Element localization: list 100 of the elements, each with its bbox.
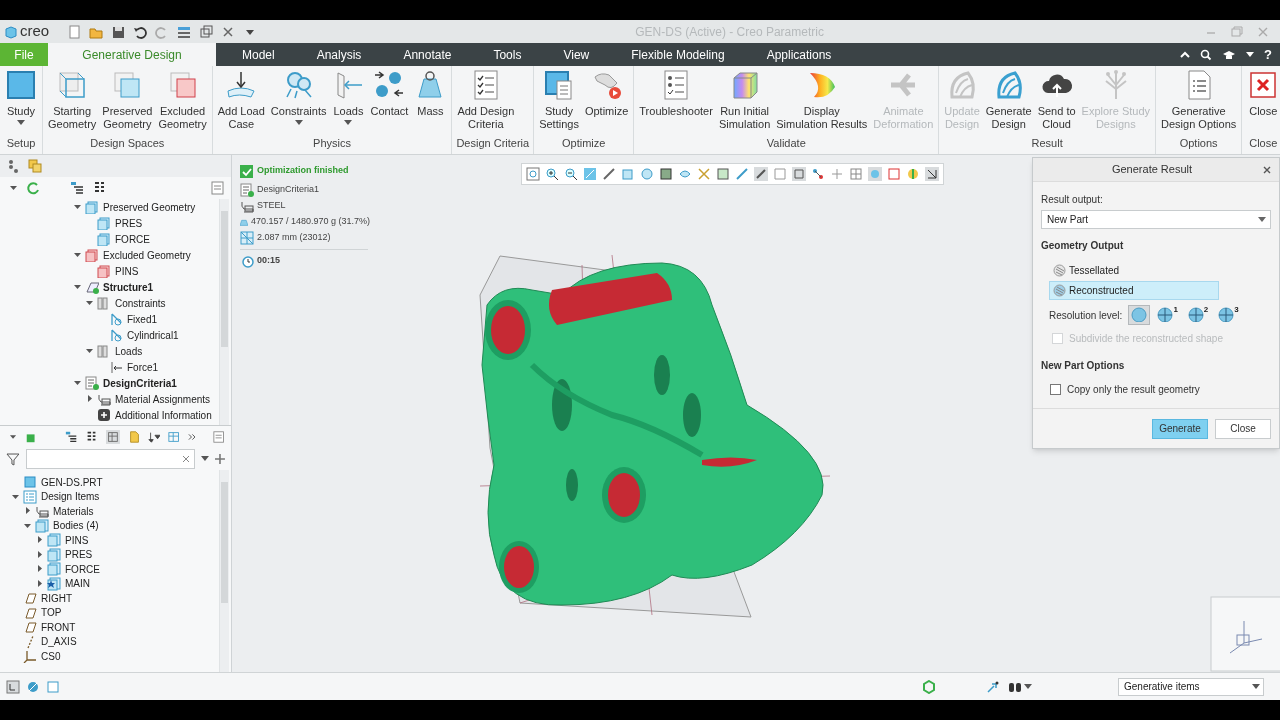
more-icon[interactable] xyxy=(188,432,197,442)
collapsed-arrow-icon[interactable] xyxy=(36,550,44,559)
caret-icon[interactable] xyxy=(1024,683,1032,690)
help-link[interactable]: ? xyxy=(1264,44,1272,65)
grid-settings-icon[interactable] xyxy=(167,430,181,444)
tree-item[interactable]: FRONT xyxy=(41,619,76,635)
note-icon[interactable] xyxy=(127,430,140,444)
menu-tab[interactable]: Annotate xyxy=(387,43,468,66)
ribbon-button[interactable]: Excluded Geometry xyxy=(155,69,210,135)
tree-item[interactable]: TOP xyxy=(41,605,62,621)
close-icon[interactable] xyxy=(1263,165,1271,174)
table-icon[interactable] xyxy=(105,429,120,445)
tree-item[interactable]: Bodies (4) xyxy=(53,518,99,534)
sort-filter-icon[interactable] xyxy=(147,430,160,444)
collapsed-arrow-icon[interactable] xyxy=(36,565,44,574)
ribbon-button[interactable]: Mass xyxy=(411,69,450,135)
view-tool-icon[interactable] xyxy=(602,167,616,181)
ribbon-button[interactable]: Send to Cloud xyxy=(1034,69,1079,135)
expanded-arrow-icon[interactable] xyxy=(74,251,82,259)
expanded-arrow-icon[interactable] xyxy=(12,492,20,501)
graduation-cap-icon[interactable] xyxy=(1222,48,1237,61)
hexagon-icon[interactable] xyxy=(922,679,936,694)
scrollbar[interactable] xyxy=(219,199,229,425)
ribbon-button[interactable]: Run Initial Simulation xyxy=(715,69,774,135)
ribbon-button[interactable]: Display Simulation Results xyxy=(773,69,871,135)
ribbon-button[interactable]: Add Load Case xyxy=(214,69,268,135)
windows-icon[interactable] xyxy=(199,24,214,39)
undo-icon[interactable] xyxy=(133,24,148,39)
menu-tab[interactable]: View xyxy=(547,43,606,66)
tree-item[interactable]: GEN-DS.PRT xyxy=(41,474,103,490)
tree-item[interactable]: CS0 xyxy=(41,648,61,664)
view-tool-icon[interactable] xyxy=(754,167,768,181)
tree-item[interactable]: PRES xyxy=(115,215,143,231)
settings-document-icon[interactable] xyxy=(212,430,225,444)
menu-tab[interactable]: Tools xyxy=(477,43,538,66)
tree-item[interactable]: Excluded Geometry xyxy=(103,247,191,263)
ribbon-button[interactable]: Generate Design xyxy=(982,69,1035,135)
expanded-arrow-icon[interactable] xyxy=(24,521,32,530)
selection-icon[interactable] xyxy=(986,679,1000,694)
geometry-option[interactable]: Reconstructed xyxy=(1049,281,1219,300)
ribbon-button[interactable]: Close xyxy=(1244,69,1280,135)
ribbon-button[interactable]: Study xyxy=(2,69,40,135)
geometry-option[interactable]: Tessellated xyxy=(1049,261,1219,280)
tree-item[interactable]: Force1 xyxy=(127,359,159,375)
menu-tab[interactable]: Applications xyxy=(750,43,848,66)
ribbon-button[interactable]: Contact xyxy=(367,69,412,135)
tree-item[interactable]: Materials xyxy=(53,503,94,519)
ribbon-button[interactable]: Constraints xyxy=(267,69,330,135)
resolution-level-button[interactable]: 1 xyxy=(1154,305,1181,325)
tree-item[interactable]: Fixed1 xyxy=(127,311,157,327)
tree-item[interactable]: Material Assignments xyxy=(115,391,211,407)
tree-item[interactable]: PINS xyxy=(115,263,139,279)
tree-item[interactable]: Cylindrical1 xyxy=(127,327,179,343)
collapsed-arrow-icon[interactable] xyxy=(86,395,94,403)
ribbon-button[interactable]: Study Settings xyxy=(536,69,582,135)
add-icon[interactable] xyxy=(215,454,225,464)
close-window-icon[interactable] xyxy=(221,24,236,39)
menu-tab[interactable]: Flexible Modeling xyxy=(615,43,741,66)
tree-item[interactable]: FORCE xyxy=(65,561,100,577)
expanded-arrow-icon[interactable] xyxy=(86,347,94,355)
clear-icon[interactable] xyxy=(182,455,191,463)
tree-item[interactable]: PINS xyxy=(65,532,89,548)
menu-tab[interactable]: Model xyxy=(226,43,291,66)
tree-item[interactable]: Structure1 xyxy=(103,279,153,295)
menu-tab[interactable]: Generative Design xyxy=(48,43,216,66)
ribbon-button[interactable]: Generative Design Options xyxy=(1158,69,1240,135)
tree-item[interactable]: MAIN xyxy=(65,576,90,592)
caret-icon[interactable] xyxy=(10,184,18,192)
caret-icon[interactable] xyxy=(201,456,210,462)
tree-item[interactable]: FORCE xyxy=(115,231,150,247)
caret-icon[interactable] xyxy=(1246,51,1255,58)
expanded-arrow-icon[interactable] xyxy=(86,299,94,307)
filter-field[interactable] xyxy=(25,449,196,469)
caret-icon[interactable] xyxy=(10,433,17,441)
collapsed-arrow-icon[interactable] xyxy=(24,507,32,516)
tree-item[interactable]: Constraints xyxy=(115,295,166,311)
panel-toggle-icon[interactable] xyxy=(6,679,20,694)
search-icon[interactable] xyxy=(1200,48,1213,61)
collapse-ribbon-icon[interactable] xyxy=(1180,49,1191,60)
result-output-dropdown[interactable]: New Part xyxy=(1041,210,1271,229)
view-tool-icon[interactable] xyxy=(925,167,939,181)
collapsed-arrow-icon[interactable] xyxy=(36,536,44,545)
expanded-arrow-icon[interactable] xyxy=(74,203,82,211)
scrollbar[interactable] xyxy=(219,470,229,672)
ribbon-button[interactable]: Add Design Criteria xyxy=(454,69,518,135)
view-tool-icon[interactable] xyxy=(659,167,673,181)
resolution-level-button[interactable] xyxy=(1128,305,1151,325)
view-tool-icon[interactable] xyxy=(545,167,559,181)
save-icon[interactable] xyxy=(111,24,126,39)
expanded-arrow-icon[interactable] xyxy=(74,283,82,291)
tree-item[interactable]: D_AXIS xyxy=(41,634,77,650)
ribbon-button[interactable]: Preserved Geometry xyxy=(99,69,156,135)
resolution-level-button[interactable]: 3 xyxy=(1215,305,1242,325)
menu-tab[interactable]: Analysis xyxy=(300,43,378,66)
ribbon-button[interactable]: Starting Geometry xyxy=(45,69,100,135)
filter-icon[interactable] xyxy=(6,452,20,466)
dialog-button[interactable]: Close xyxy=(1215,418,1271,439)
tree-item[interactable]: Preserved Geometry xyxy=(103,199,196,215)
tree-item[interactable]: Loads xyxy=(115,343,143,359)
ribbon-button[interactable]: Troubleshooter xyxy=(636,69,716,135)
